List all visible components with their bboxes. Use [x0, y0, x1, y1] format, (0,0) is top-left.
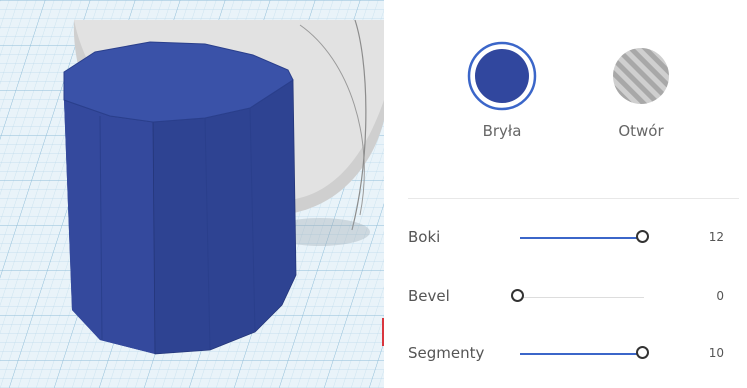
- bevel-value[interactable]: 0: [716, 289, 724, 303]
- solid-option[interactable]: Bryła: [447, 40, 557, 150]
- segments-value[interactable]: 10: [709, 346, 724, 360]
- param-row-sides: Boki 12: [408, 224, 738, 254]
- segments-slider-thumb[interactable]: [636, 346, 649, 359]
- param-row-segments: Segmenty 10: [408, 340, 738, 370]
- sides-slider-thumb[interactable]: [636, 230, 649, 243]
- shape-properties-panel: Bryła Otwór Boki 12 Bevel 0 Segmenty 10: [384, 0, 747, 388]
- workplane-viewport[interactable]: [0, 0, 384, 388]
- sides-slider-fill: [520, 237, 644, 239]
- solid-label: Bryła: [482, 122, 522, 140]
- sides-label: Boki: [408, 228, 441, 246]
- sides-value[interactable]: 12: [709, 230, 724, 244]
- hole-label: Otwór: [618, 122, 664, 140]
- panel-divider: [408, 198, 739, 199]
- segments-label: Segmenty: [408, 344, 485, 362]
- segments-slider-fill: [520, 353, 644, 355]
- workplane-scene[interactable]: [0, 0, 384, 388]
- solid-swatch-icon[interactable]: [466, 40, 538, 112]
- bevel-slider-thumb[interactable]: [511, 289, 524, 302]
- cylinder-shape[interactable]: [63, 41, 297, 355]
- param-row-bevel: Bevel 0: [408, 283, 738, 313]
- bevel-slider-track[interactable]: [520, 297, 644, 298]
- hole-option[interactable]: Otwór: [586, 40, 696, 150]
- bevel-label: Bevel: [408, 287, 450, 305]
- hole-swatch-icon[interactable]: [605, 40, 677, 112]
